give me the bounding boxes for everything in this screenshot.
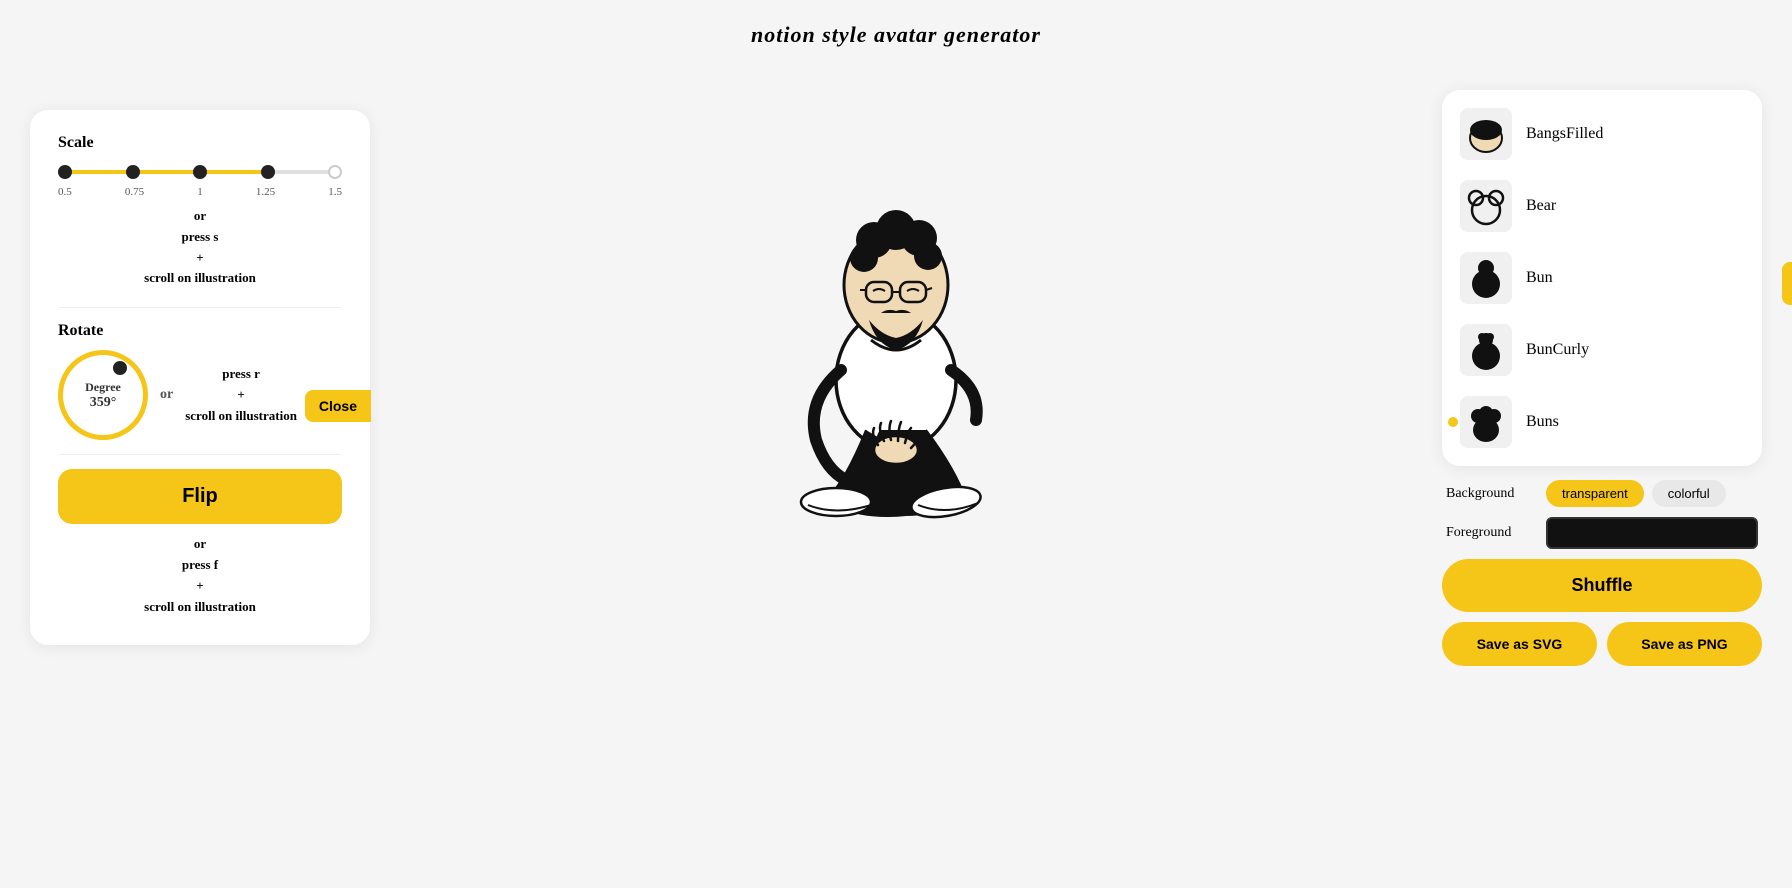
rotate-section: Rotate Degree 359° or press r + scroll o… — [58, 322, 342, 440]
rotate-hint: press r + scroll on illustration — [185, 364, 297, 426]
foreground-row: Foreground — [1446, 517, 1758, 549]
category-tab-hair[interactable]: Hair — [1782, 262, 1792, 305]
save-row: Save as SVG Save as PNG — [1442, 622, 1762, 666]
hair-icon-bangs-filled — [1460, 108, 1512, 160]
hair-item-buns[interactable]: Buns — [1442, 386, 1762, 458]
scale-hint: or press s + scroll on illustration — [58, 206, 342, 289]
slider-dots — [58, 165, 342, 179]
hair-name-bear: Bear — [1526, 197, 1556, 215]
scale-val-5: 1.5 — [328, 186, 342, 198]
rotate-content: Degree 359° or press r + scroll on illus… — [58, 350, 342, 440]
background-buttons: transparent colorful — [1546, 480, 1726, 507]
hair-name-bangs-filled: BangsFilled — [1526, 125, 1603, 143]
right-panel: BangsFilled Bear Bun BunCurly Buns Acces… — [1442, 90, 1762, 666]
slider-dot-1[interactable] — [58, 165, 72, 179]
background-row: Background transparent colorful — [1446, 480, 1758, 507]
shuffle-button[interactable]: Shuffle — [1442, 559, 1762, 612]
hair-name-buns: Buns — [1526, 413, 1559, 431]
selected-indicator — [1448, 417, 1458, 427]
foreground-color-box[interactable] — [1546, 517, 1758, 549]
hair-icon-bun — [1460, 252, 1512, 304]
rotate-or: or — [160, 387, 173, 403]
close-button[interactable]: Close — [305, 390, 371, 422]
background-label: Background — [1446, 486, 1536, 502]
page-title: notion style avatar generator — [0, 0, 1792, 58]
hair-item-bangs-filled[interactable]: BangsFilled — [1442, 98, 1762, 170]
left-panel: Scale 0.5 0.75 1 1.25 1.5 or press s + — [30, 110, 370, 645]
bg-option-colorful[interactable]: colorful — [1652, 480, 1726, 507]
hair-list: BangsFilled Bear Bun BunCurly Buns — [1442, 90, 1762, 466]
divider-2 — [58, 454, 342, 455]
avatar-illustration — [726, 130, 1066, 550]
category-tabs: AccessoriesBodyFaceFacialHairHair — [1782, 90, 1792, 305]
slider-dot-5[interactable] — [328, 165, 342, 179]
category-tab-face[interactable]: Face — [1782, 176, 1792, 219]
scale-val-2: 0.75 — [125, 186, 144, 198]
category-tab-facial-hair[interactable]: FacialHair — [1782, 219, 1792, 262]
rotate-label: Rotate — [58, 322, 342, 340]
hair-item-bun-curly[interactable]: BunCurly — [1442, 314, 1762, 386]
hair-list-container: BangsFilled Bear Bun BunCurly Buns Acces… — [1442, 90, 1762, 466]
scale-section: Scale 0.5 0.75 1 1.25 1.5 or press s + — [58, 134, 342, 289]
scale-val-3: 1 — [197, 186, 203, 198]
foreground-label: Foreground — [1446, 525, 1536, 541]
degree-label: Degree — [85, 380, 121, 395]
action-buttons: Shuffle Save as SVG Save as PNG — [1442, 559, 1762, 666]
hair-item-bear[interactable]: Bear — [1442, 170, 1762, 242]
scale-label: Scale — [58, 134, 342, 152]
degree-circle[interactable]: Degree 359° — [58, 350, 148, 440]
divider-1 — [58, 307, 342, 308]
hair-icon-bear — [1460, 180, 1512, 232]
hair-item-bun[interactable]: Bun — [1442, 242, 1762, 314]
flip-hint: or press f + scroll on illustration — [58, 534, 342, 617]
hair-name-bun: Bun — [1526, 269, 1553, 287]
bg-option-transparent[interactable]: transparent — [1546, 480, 1644, 507]
scale-val-1: 0.5 — [58, 186, 72, 198]
category-tab-body[interactable]: Body — [1782, 133, 1792, 176]
hair-name-bun-curly: BunCurly — [1526, 341, 1589, 359]
save-svg-button[interactable]: Save as SVG — [1442, 622, 1597, 666]
slider-dot-4[interactable] — [261, 165, 275, 179]
slider-dot-2[interactable] — [126, 165, 140, 179]
flip-section: Flip or press f + scroll on illustration — [58, 469, 342, 617]
scale-slider-track[interactable] — [58, 162, 342, 182]
hair-icon-bun-curly — [1460, 324, 1512, 376]
category-tab-accessories[interactable]: Accessories — [1782, 90, 1792, 133]
hair-icon-buns — [1460, 396, 1512, 448]
save-png-button[interactable]: Save as PNG — [1607, 622, 1762, 666]
degree-dot — [113, 361, 127, 375]
scale-val-4: 1.25 — [256, 186, 275, 198]
avatar-container[interactable] — [686, 100, 1106, 580]
bg-fg-section: Background transparent colorful Foregroun… — [1442, 480, 1762, 549]
slider-dot-3[interactable] — [193, 165, 207, 179]
degree-value: 359° — [90, 395, 117, 411]
slider-labels: 0.5 0.75 1 1.25 1.5 — [58, 186, 342, 198]
flip-button[interactable]: Flip — [58, 469, 342, 524]
